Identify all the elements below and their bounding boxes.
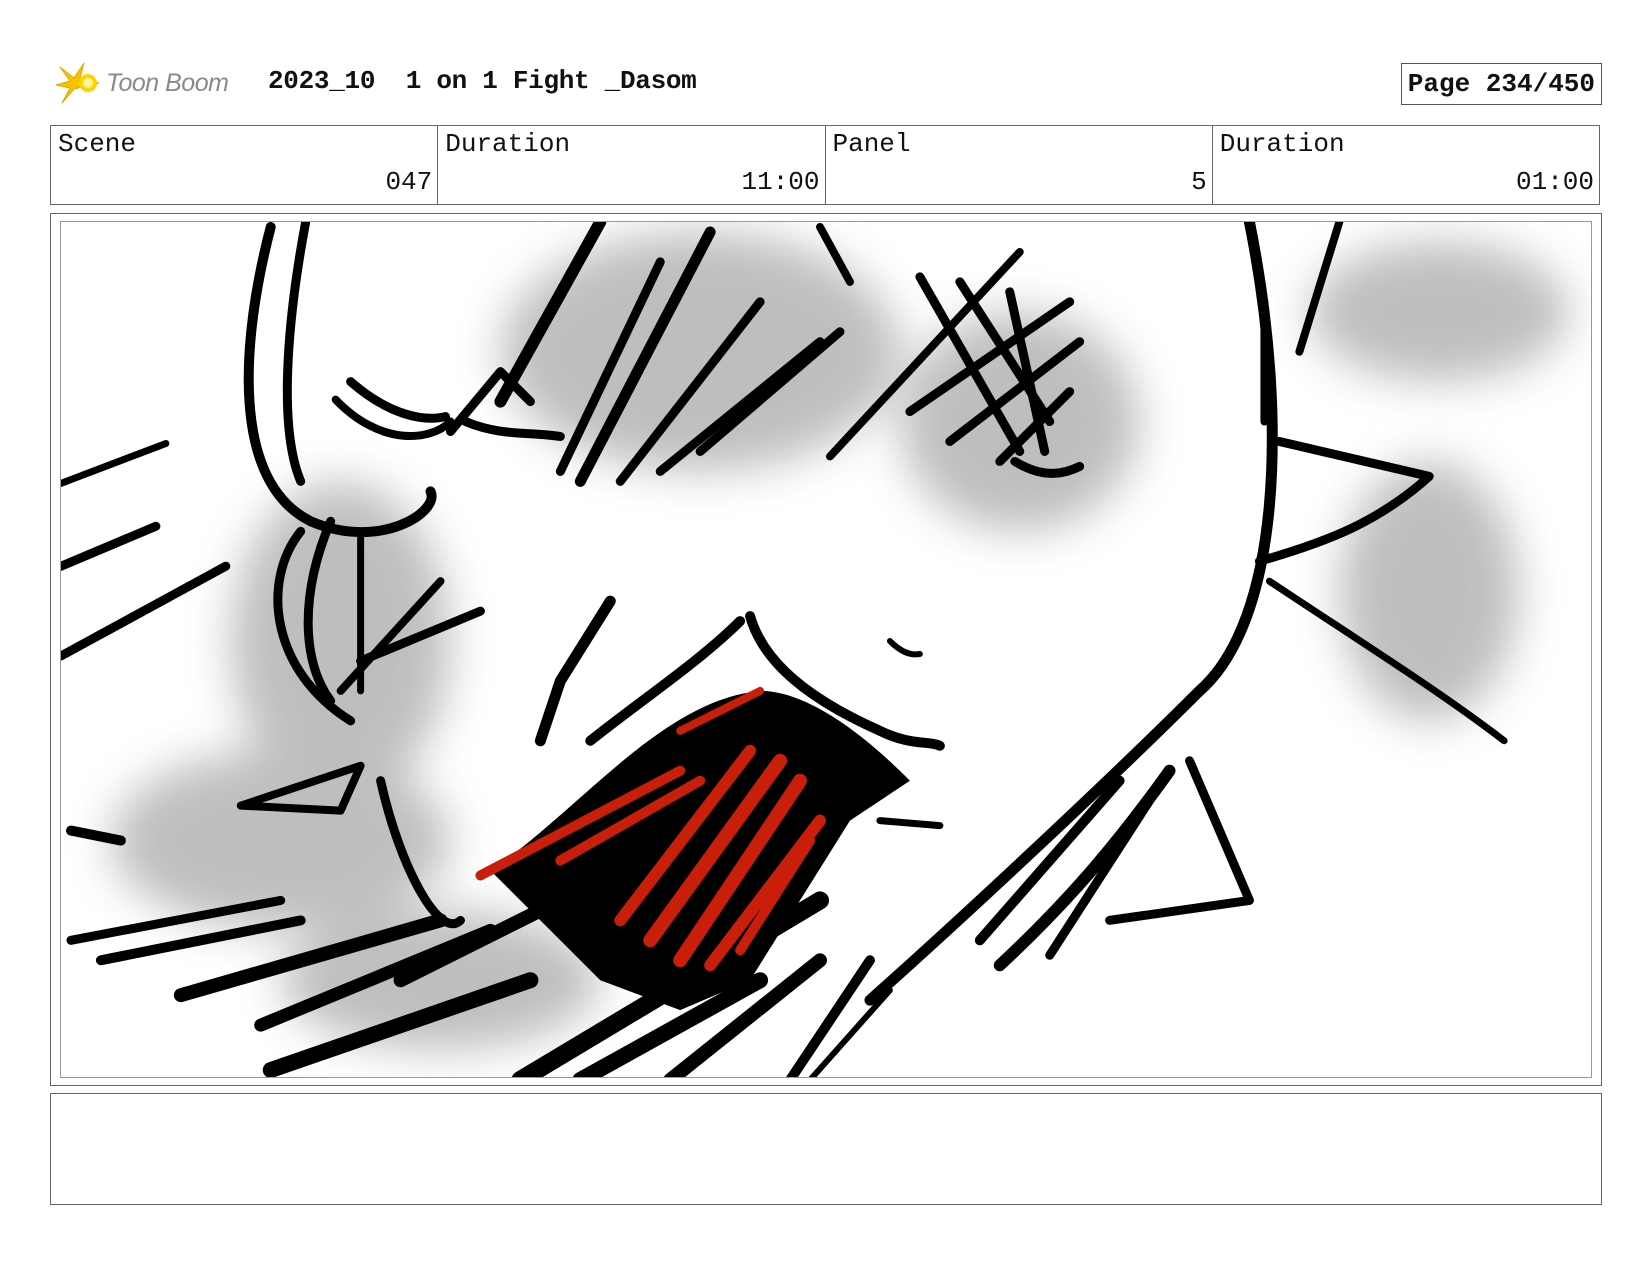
scene-duration-label: Duration	[445, 129, 571, 159]
panel-duration-value: 01:00	[1515, 167, 1594, 197]
storyboard-panel-frame	[50, 213, 1602, 1086]
panel-value: 5	[1191, 167, 1207, 197]
logo-text: Toon Boom	[106, 68, 229, 97]
storyboard-panel	[60, 221, 1592, 1078]
starburst-icon	[55, 62, 100, 104]
scene-info-table: Scene 047 Duration 11:00 Panel 5 Duratio…	[50, 125, 1600, 205]
shadow-shading	[110, 231, 1570, 1051]
page-header: Toon Boom 2023_10 1 on 1 Fight _Dasom Pa…	[50, 55, 1602, 111]
page-number: Page 234/450	[1400, 63, 1602, 105]
panel-duration-cell: Duration 01:00	[1213, 126, 1599, 204]
panel-cell: Panel 5	[826, 126, 1213, 204]
panel-label: Panel	[832, 129, 911, 159]
toon-boom-logo: Toon Boom	[54, 59, 254, 107]
scene-duration-cell: Duration 11:00	[438, 126, 826, 204]
scene-value: 047	[385, 167, 433, 197]
scene-cell: Scene 047	[51, 126, 439, 204]
project-title: 2023_10 1 on 1 Fight _Dasom	[268, 66, 697, 96]
scene-label: Scene	[58, 129, 137, 159]
panel-notes-area	[50, 1093, 1602, 1205]
panel-duration-label: Duration	[1219, 129, 1345, 159]
scene-duration-value: 11:00	[741, 167, 820, 197]
panel-sketch	[61, 222, 1570, 1077]
